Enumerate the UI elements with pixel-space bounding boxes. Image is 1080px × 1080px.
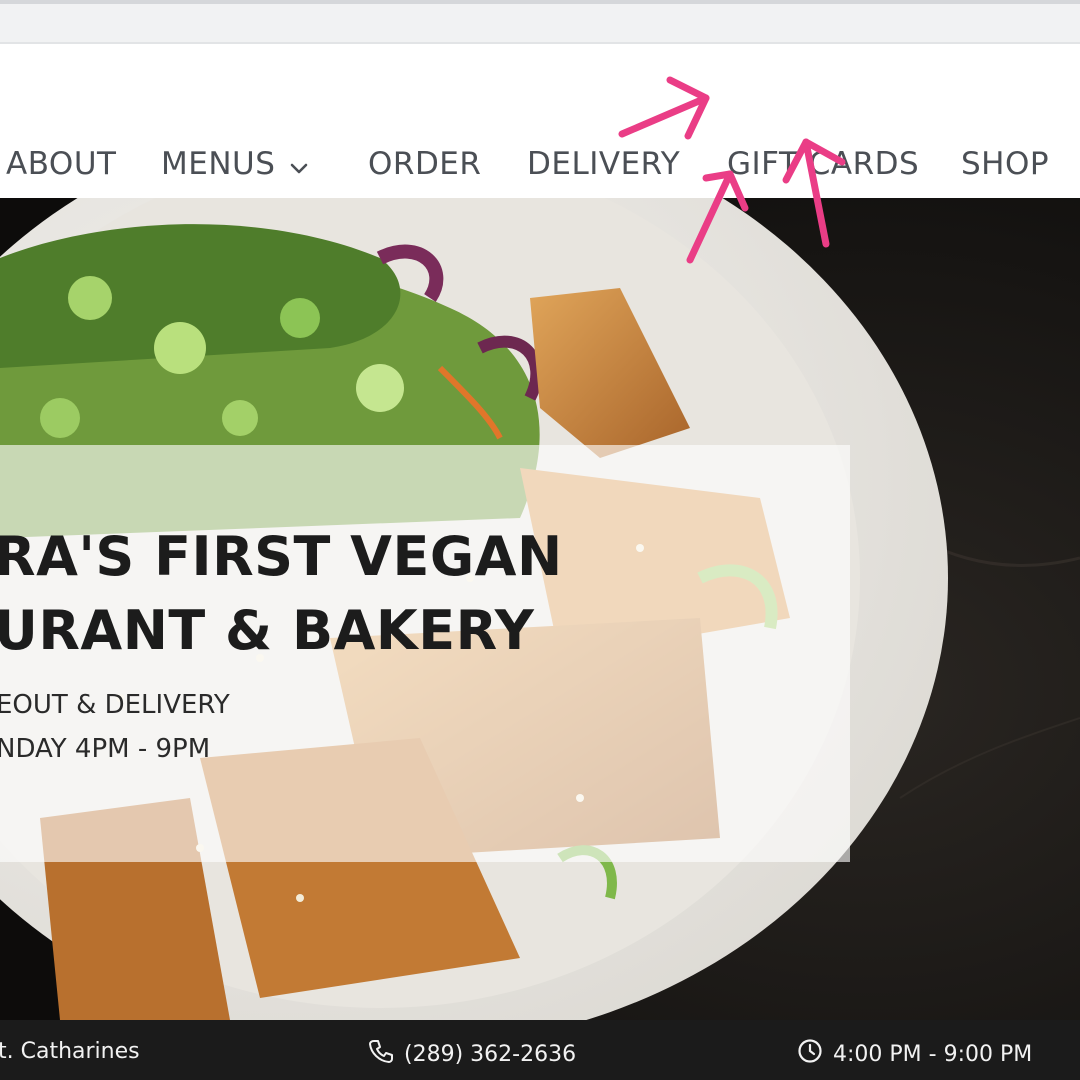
nav-item-delivery[interactable]: DELIVERY xyxy=(527,144,680,184)
main-navigation: ABOUT MENUS ORDER DELIVERY GIFT CARDS SH… xyxy=(0,46,1080,198)
browser-edge xyxy=(0,0,1080,4)
clock-icon xyxy=(797,1038,823,1072)
nav-item-shop[interactable]: SHOP xyxy=(961,144,1049,184)
nav-item-gift-cards[interactable]: GIFT CARDS xyxy=(727,144,919,184)
location-text: t. Catharines xyxy=(0,1038,140,1066)
hero-subtitle-line-1: EOUT & DELIVERY xyxy=(0,690,230,720)
phone-link[interactable]: (289) 362-2636 xyxy=(368,1038,576,1072)
chevron-down-icon xyxy=(289,146,309,186)
nav-item-about[interactable]: ABOUT xyxy=(6,144,116,184)
browser-chrome-strip xyxy=(0,0,1080,44)
info-bar: t. Catharines (289) 362-2636 4:00 PM - 9… xyxy=(0,1020,1080,1080)
nav-item-menus[interactable]: MENUS xyxy=(161,144,309,186)
hours-label: 4:00 PM - 9:00 PM xyxy=(833,1042,1033,1067)
phone-icon xyxy=(368,1038,394,1072)
nav-item-order[interactable]: ORDER xyxy=(368,144,481,184)
hero-title-line-2: URANT & BAKERY xyxy=(0,599,535,662)
hours-text: 4:00 PM - 9:00 PM xyxy=(797,1038,1032,1072)
hero-title-line-1: RA'S FIRST VEGAN xyxy=(0,525,563,588)
hero-subtitle-line-2: NDAY 4PM - 9PM xyxy=(0,734,211,764)
nav-item-menus-label: MENUS xyxy=(161,146,276,182)
location-label: t. Catharines xyxy=(0,1039,140,1064)
phone-number: (289) 362-2636 xyxy=(404,1042,577,1067)
